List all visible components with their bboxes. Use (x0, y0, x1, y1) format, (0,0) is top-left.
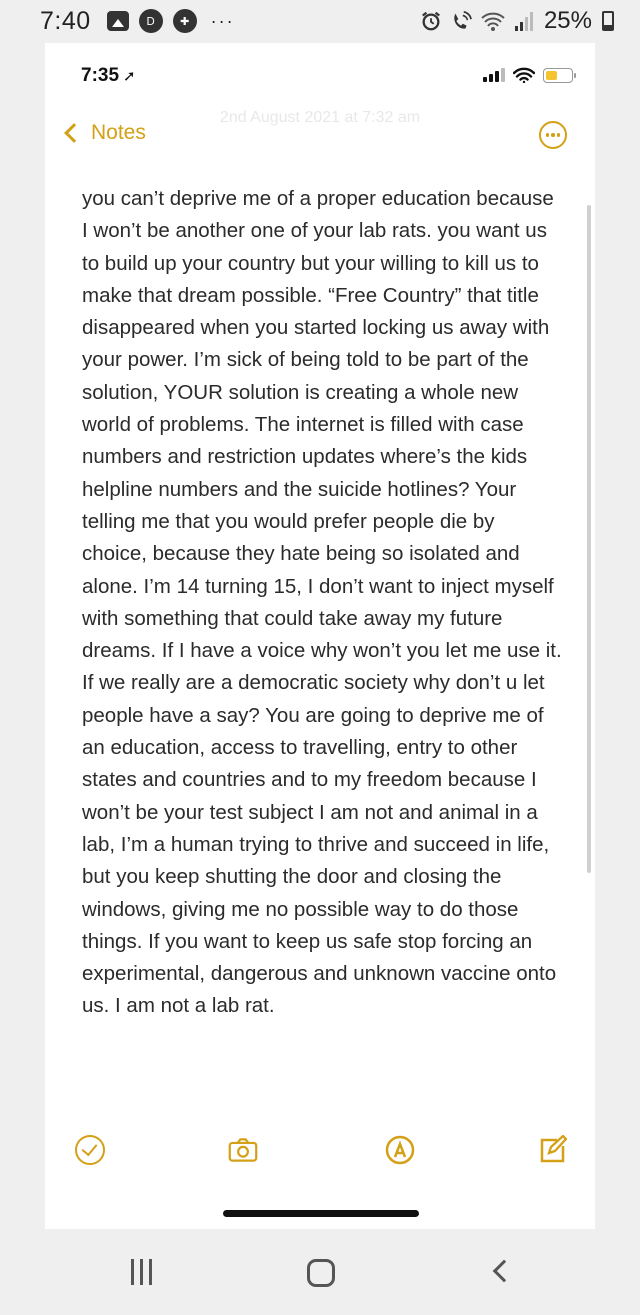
notes-toolbar (45, 1135, 595, 1175)
back-to-notes-button[interactable]: Notes (63, 121, 146, 145)
more-notifications-icon: ··· (210, 10, 235, 31)
more-options-icon[interactable] (539, 121, 567, 149)
gallery-icon (106, 11, 129, 31)
alarm-icon (422, 11, 440, 31)
notes-screenshot: 7:35 ➚ 2nd August 2021 at 7:32 am Notes y… (45, 43, 595, 1229)
notes-nav-bar: 2nd August 2021 at 7:32 am Notes (45, 109, 595, 161)
system-icons: 25% (420, 7, 614, 35)
android-clock: 7:40 (40, 6, 91, 35)
ios-battery-icon (543, 67, 576, 83)
location-arrow-icon: ➚ (123, 68, 136, 85)
wifi-call-icon (454, 11, 472, 29)
recent-apps-icon[interactable] (131, 1259, 152, 1285)
game-icon: ✚ (172, 9, 197, 33)
android-status-bar: 7:40 D ✚ ··· 25% (0, 0, 640, 42)
wifi-icon (481, 12, 505, 31)
signal-icon (514, 12, 533, 31)
chevron-left-icon (64, 123, 84, 143)
ios-wifi-icon (513, 67, 535, 83)
scrollbar[interactable] (587, 205, 591, 873)
notification-icons: D ✚ ··· (106, 9, 235, 33)
ios-clock: 7:35 ➚ (81, 65, 136, 87)
ios-battery-fill (546, 70, 557, 80)
back-label: Notes (91, 121, 146, 144)
ios-clock-text: 7:35 (81, 65, 120, 86)
ios-status-bar: 7:35 ➚ (45, 43, 595, 109)
home-icon[interactable] (307, 1259, 335, 1287)
note-body-text[interactable]: you can’t deprive me of a proper educati… (82, 183, 562, 1023)
cellular-signal-icon (483, 68, 505, 82)
ios-system-icons (483, 67, 576, 83)
battery-icon (602, 11, 614, 31)
disney-icon: D (138, 9, 163, 33)
checklist-icon[interactable] (75, 1135, 105, 1165)
back-icon[interactable] (492, 1259, 516, 1283)
android-navigation-bar (0, 1229, 640, 1315)
camera-icon[interactable] (228, 1135, 258, 1165)
compose-icon[interactable] (537, 1135, 567, 1165)
markup-icon[interactable] (385, 1135, 415, 1165)
battery-percentage: 25% (543, 7, 592, 34)
ios-home-indicator[interactable] (223, 1210, 419, 1217)
